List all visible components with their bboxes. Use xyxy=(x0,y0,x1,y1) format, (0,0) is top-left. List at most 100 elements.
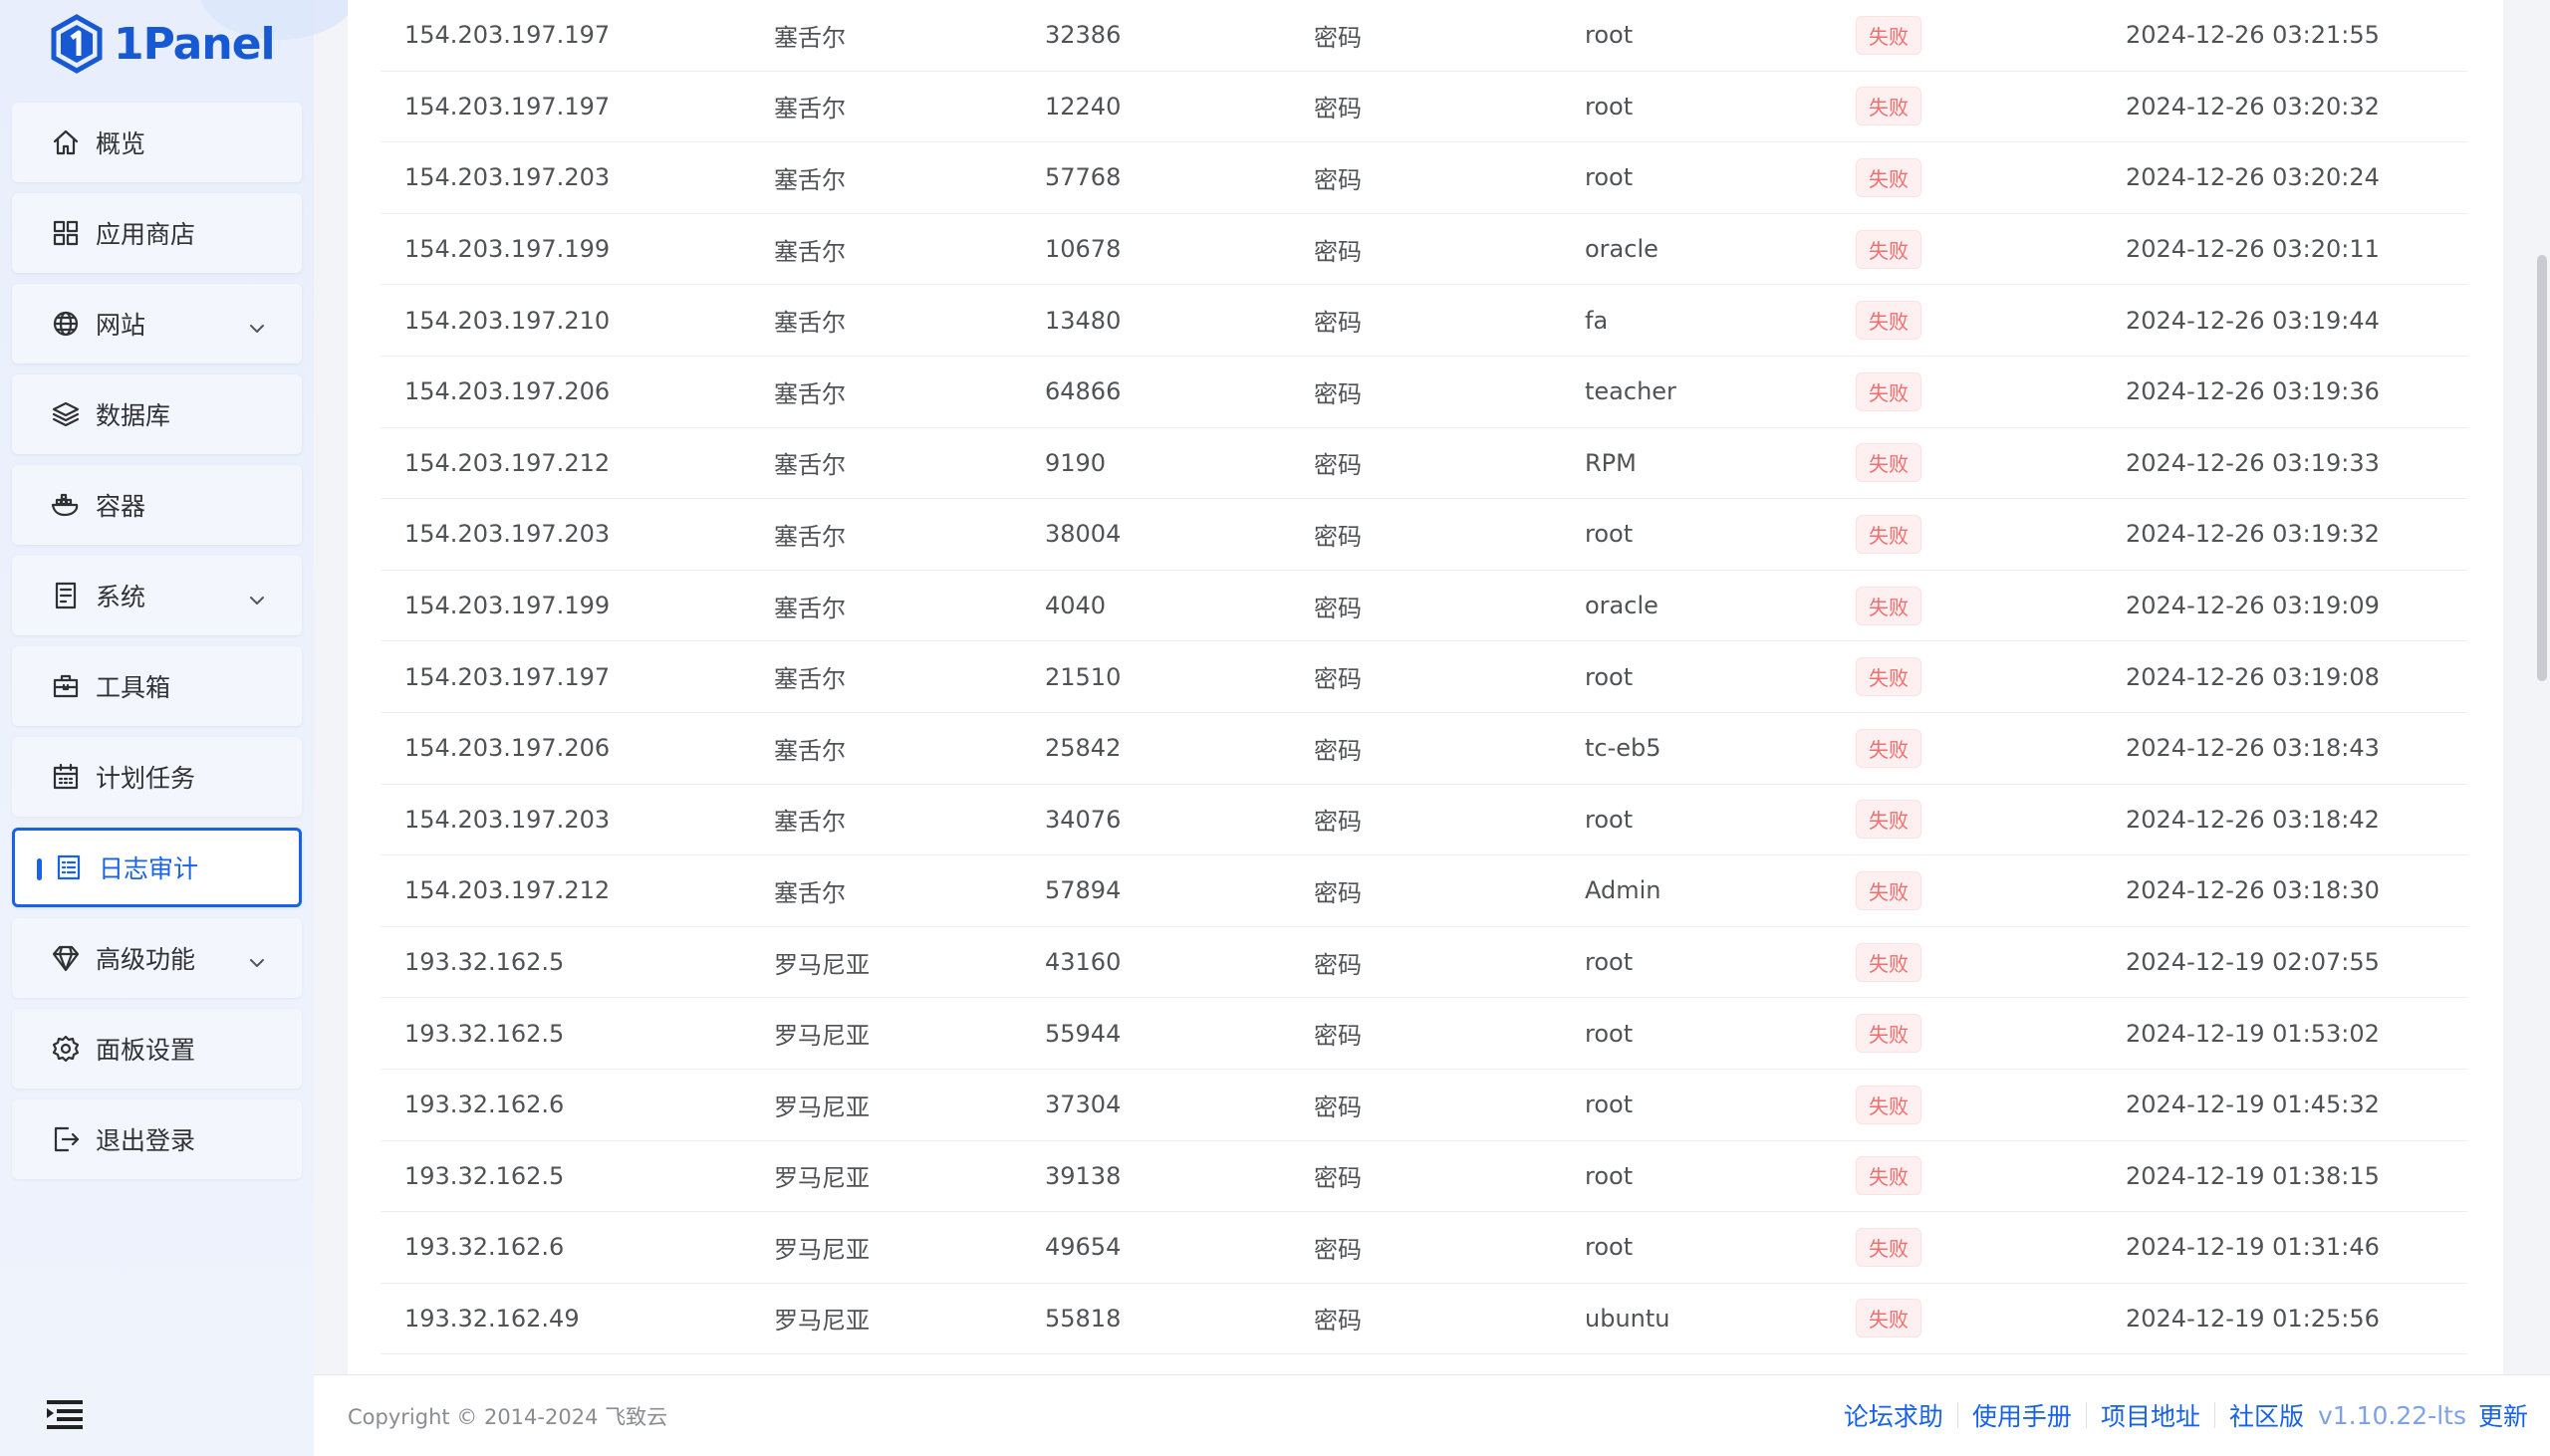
status-cell: 失败 xyxy=(1856,285,1921,356)
ip-cell: 154.203.197.210 xyxy=(404,306,611,335)
area-cell: 罗马尼亚 xyxy=(774,1022,870,1051)
status-cell: 失败 xyxy=(1856,927,1921,998)
sidebar-item-label: 数据库 xyxy=(96,401,171,430)
auth-mode-cell: 密码 xyxy=(1314,522,1362,551)
auth-mode-cell: 密码 xyxy=(1314,1164,1362,1193)
area-cell: 塞舌尔 xyxy=(774,309,846,338)
sidebar-menu: 概览应用商店网站数据库容器系统工具箱计划任务日志审计高级功能面板设置退出登录 xyxy=(12,103,302,1190)
auth-mode-cell: 密码 xyxy=(1314,808,1362,837)
footer: Copyright © 2014-2024 飞致云 论坛求助 使用手册 项目地址… xyxy=(314,1374,2550,1456)
table-row: 154.203.197.197 塞舌尔 12240 密码 root 失败 2024-12-2… xyxy=(381,72,2467,143)
table-row: 193.32.162.6 罗马尼亚 37304 密码 root 失败 2024-12-19 … xyxy=(381,1070,2467,1141)
username-cell: root xyxy=(1585,163,1634,192)
brand-logo[interactable]: 1Panel xyxy=(50,12,276,76)
edition-link[interactable]: 社区版 xyxy=(2229,1397,2304,1433)
chevron-down-icon[interactable] xyxy=(248,315,266,333)
username-cell: oracle xyxy=(1585,592,1658,620)
sidebar-item-grid[interactable]: 应用商店 xyxy=(12,193,302,273)
collapse-menu-icon[interactable] xyxy=(47,1398,83,1430)
globe-icon xyxy=(50,308,82,340)
forum-link[interactable]: 论坛求助 xyxy=(1844,1397,1943,1433)
brand-name: 1Panel xyxy=(114,18,276,70)
status-cell: 失败 xyxy=(1856,855,1921,926)
port-cell: 55944 xyxy=(1045,1019,1122,1048)
status-cell: 失败 xyxy=(1856,571,1921,641)
port-cell: 12240 xyxy=(1045,92,1122,121)
username-cell: root xyxy=(1585,1019,1634,1048)
area-cell: 塞舌尔 xyxy=(774,237,846,266)
toolbox-icon xyxy=(50,670,82,702)
login-time-cell: 2024-12-19 01:38:15 xyxy=(2126,1161,2380,1190)
status-badge: 失败 xyxy=(1856,443,1921,483)
status-badge: 失败 xyxy=(1856,800,1921,840)
username-cell: root xyxy=(1585,1233,1634,1262)
sidebar-item-docker[interactable]: 容器 xyxy=(12,465,302,545)
username-cell: root xyxy=(1585,92,1634,121)
page-scrollbar[interactable] xyxy=(2534,0,2550,1374)
sidebar-item-label: 网站 xyxy=(96,311,146,340)
sidebar-item-gear[interactable]: 面板设置 xyxy=(12,1009,302,1089)
ip-cell: 154.203.197.197 xyxy=(404,21,611,50)
project-link[interactable]: 项目地址 xyxy=(2101,1397,2200,1433)
login-time-cell: 2024-12-26 03:18:30 xyxy=(2126,876,2380,905)
chevron-down-icon[interactable] xyxy=(248,587,266,605)
sidebar-item-label: 应用商店 xyxy=(96,220,196,249)
username-cell: root xyxy=(1585,662,1634,691)
status-badge: 失败 xyxy=(1856,1299,1921,1338)
sidebar-item-label: 容器 xyxy=(96,492,146,521)
sidebar-item-label: 系统 xyxy=(96,583,146,611)
area-cell: 塞舌尔 xyxy=(774,878,846,907)
gear-icon xyxy=(50,1033,82,1065)
status-cell: 失败 xyxy=(1856,72,1921,142)
sidebar-item-log[interactable]: 日志审计 xyxy=(12,828,302,907)
sidebar-item-globe[interactable]: 网站 xyxy=(12,284,302,364)
status-cell: 失败 xyxy=(1856,142,1921,213)
status-badge: 失败 xyxy=(1856,371,1921,411)
username-cell: tc-eb5 xyxy=(1585,734,1661,763)
sidebar-item-logout[interactable]: 退出登录 xyxy=(12,1099,302,1179)
diamond-icon xyxy=(50,942,82,974)
username-cell: root xyxy=(1585,1161,1634,1190)
footer-divider xyxy=(2085,1402,2087,1428)
username-cell: root xyxy=(1585,948,1634,977)
sidebar-item-home[interactable]: 概览 xyxy=(12,103,302,182)
auth-mode-cell: 密码 xyxy=(1314,950,1362,979)
sidebar-item-label: 日志审计 xyxy=(99,854,199,883)
chevron-down-icon[interactable] xyxy=(248,949,266,967)
login-time-cell: 2024-12-19 01:45:32 xyxy=(2126,1091,2380,1119)
table-row: 193.32.162.5 罗马尼亚 55944 密码 root 失败 2024-12-19 … xyxy=(381,998,2467,1070)
area-cell: 塞舌尔 xyxy=(774,808,846,837)
table-row: 154.203.197.210 塞舌尔 13480 密码 fa 失败 2024-12-26 … xyxy=(381,285,2467,357)
table-row: 193.32.162.5 罗马尼亚 43160 密码 root 失败 2024-12-19 … xyxy=(381,927,2467,999)
area-cell: 塞舌尔 xyxy=(774,451,846,480)
sidebar-item-layers[interactable]: 数据库 xyxy=(12,374,302,454)
auth-mode-cell: 密码 xyxy=(1314,95,1362,123)
table-row: 154.203.197.197 塞舌尔 21510 密码 root 失败 2024-12-2… xyxy=(381,641,2467,713)
sidebar-item-toolbox[interactable]: 工具箱 xyxy=(12,646,302,726)
area-cell: 罗马尼亚 xyxy=(774,1235,870,1264)
status-cell: 失败 xyxy=(1856,1141,1921,1212)
sidebar-item-diamond[interactable]: 高级功能 xyxy=(12,918,302,998)
table-row: 154.203.197.203 塞舌尔 57768 密码 root 失败 2024-12-2… xyxy=(381,142,2467,214)
page-scrollbar-thumb[interactable] xyxy=(2537,255,2547,681)
ip-cell: 154.203.197.203 xyxy=(404,163,611,192)
auth-mode-cell: 密码 xyxy=(1314,665,1362,694)
footer-divider xyxy=(2213,1402,2215,1428)
status-cell: 失败 xyxy=(1856,785,1921,855)
sidebar-item-server[interactable]: 系统 xyxy=(12,556,302,635)
port-cell: 10678 xyxy=(1045,235,1122,264)
port-cell: 4040 xyxy=(1045,592,1107,620)
auth-mode-cell: 密码 xyxy=(1314,165,1362,194)
update-link[interactable]: 更新 xyxy=(2478,1397,2528,1433)
ip-cell: 193.32.162.5 xyxy=(404,1161,565,1190)
login-time-cell: 2024-12-19 01:31:46 xyxy=(2126,1233,2380,1262)
sidebar-item-calendar[interactable]: 计划任务 xyxy=(12,737,302,817)
area-cell: 塞舌尔 xyxy=(774,165,846,194)
auth-mode-cell: 密码 xyxy=(1314,1307,1362,1335)
status-cell: 失败 xyxy=(1856,641,1921,712)
area-cell: 塞舌尔 xyxy=(774,594,846,622)
sidebar: 1Panel 概览应用商店网站数据库容器系统工具箱计划任务日志审计高级功能面板设… xyxy=(0,0,359,1456)
auth-mode-cell: 密码 xyxy=(1314,451,1362,480)
manual-link[interactable]: 使用手册 xyxy=(1972,1397,2072,1433)
auth-mode-cell: 密码 xyxy=(1314,309,1362,338)
